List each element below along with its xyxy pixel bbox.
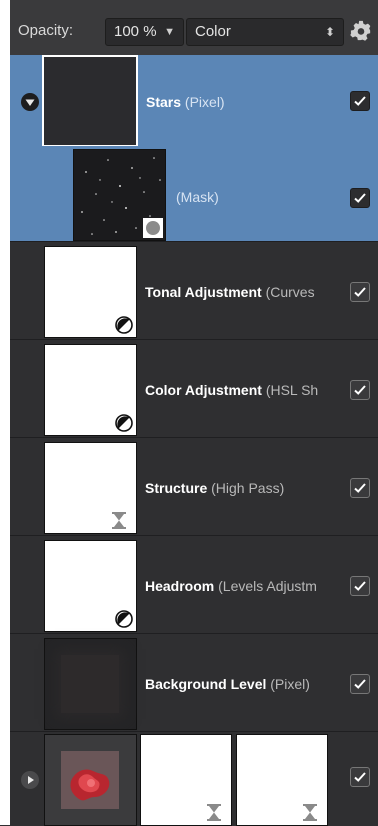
adjustment-badge-icon [115,610,133,628]
disclosure-right-icon[interactable] [21,771,39,789]
visibility-checkbox[interactable] [350,576,370,596]
layer-toolbar: Opacity: 100 % ▼ Color ⬍ [10,0,378,56]
blend-mode-value: Color [195,23,231,40]
visibility-checkbox[interactable] [350,91,370,111]
checkmark-icon [354,581,366,591]
visibility-checkbox[interactable] [350,282,370,302]
layer-label[interactable]: Headroom (Levels Adjustm [145,578,317,594]
checkmark-icon [354,287,366,297]
layer-row-headroom[interactable]: Headroom (Levels Adjustm [10,536,378,634]
layer-label[interactable]: Color Adjustment (HSL Sh [145,382,318,398]
layer-row-background-level[interactable]: Background Level (Pixel) [10,634,378,732]
layer-thumbnail[interactable] [44,638,137,730]
visibility-checkbox[interactable] [350,188,370,208]
checkmark-icon [354,772,366,782]
layer-thumbnail[interactable] [44,734,137,826]
layer-row-stars[interactable]: Stars (Pixel) [10,55,378,147]
layer-label[interactable]: Structure (High Pass) [145,480,284,496]
visibility-checkbox[interactable] [350,478,370,498]
layer-type: (Curves [265,284,315,300]
layer-row-mask[interactable]: (Mask) [10,146,378,242]
layer-label[interactable]: Background Level (Pixel) [145,676,310,692]
gear-icon[interactable] [350,20,372,42]
layer-thumbnail[interactable] [44,246,137,338]
layer-label[interactable]: Stars (Pixel) [146,94,225,110]
checkmark-icon [354,96,366,106]
checkmark-icon [354,679,366,689]
layer-name: Background Level [145,676,267,692]
visibility-checkbox[interactable] [350,767,370,787]
layer-type: (Pixel) [184,94,225,110]
checkmark-icon [354,385,366,395]
layer-thumbnail[interactable] [44,442,137,534]
adjustment-badge-icon [115,316,133,334]
layer-thumbnail[interactable] [44,344,137,436]
layer-type: (Pixel) [270,676,310,692]
layer-name: Structure [145,480,208,496]
blend-mode-dropdown[interactable]: Color ⬍ [186,18,344,46]
opacity-label: Opacity: [18,22,74,39]
layer-row-tonal-adjustment[interactable]: Tonal Adjustment (Curves [10,242,378,340]
layer-thumbnail[interactable] [42,55,138,147]
layer-name: Stars [146,94,182,110]
layer-type: (HSL Sh [265,382,319,398]
layer-name: Headroom [145,578,215,594]
stepper-arrows-icon: ⬍ [324,25,335,39]
opacity-value: 100 % [114,23,157,40]
layer-type: (High Pass) [211,480,285,496]
group-mask-thumbnail[interactable] [140,734,232,826]
layer-row-structure[interactable]: Structure (High Pass) [10,438,378,536]
layer-row-group[interactable] [10,732,378,826]
layer-type: (Mask) [176,189,219,205]
group-filter-thumbnail[interactable] [236,734,328,826]
checkmark-icon [354,193,366,203]
checkmark-icon [354,483,366,493]
nebula-image [61,751,119,809]
filter-hourglass-icon [207,804,221,821]
window-edge [0,0,10,825]
chevron-down-icon: ▼ [164,26,175,38]
filter-hourglass-icon [112,512,126,529]
filter-hourglass-icon [303,804,317,821]
visibility-checkbox[interactable] [350,380,370,400]
layer-row-color-adjustment[interactable]: Color Adjustment (HSL Sh [10,340,378,438]
layer-name: Tonal Adjustment [145,284,262,300]
adjustment-badge-icon [115,414,133,432]
mask-thumbnail[interactable] [73,149,166,241]
background-preview [61,655,119,713]
layer-label[interactable]: Tonal Adjustment (Curves [145,284,315,300]
disclosure-down-icon[interactable] [21,93,39,111]
visibility-checkbox[interactable] [350,674,370,694]
opacity-dropdown[interactable]: 100 % ▼ [105,18,184,46]
layer-type: (Levels Adjustm [218,578,317,594]
nebula-preview [61,751,119,809]
layer-name: Color Adjustment [145,382,262,398]
layer-thumbnail[interactable] [44,540,137,632]
mask-badge-icon [143,218,163,238]
layer-label[interactable]: (Mask) [176,189,219,205]
